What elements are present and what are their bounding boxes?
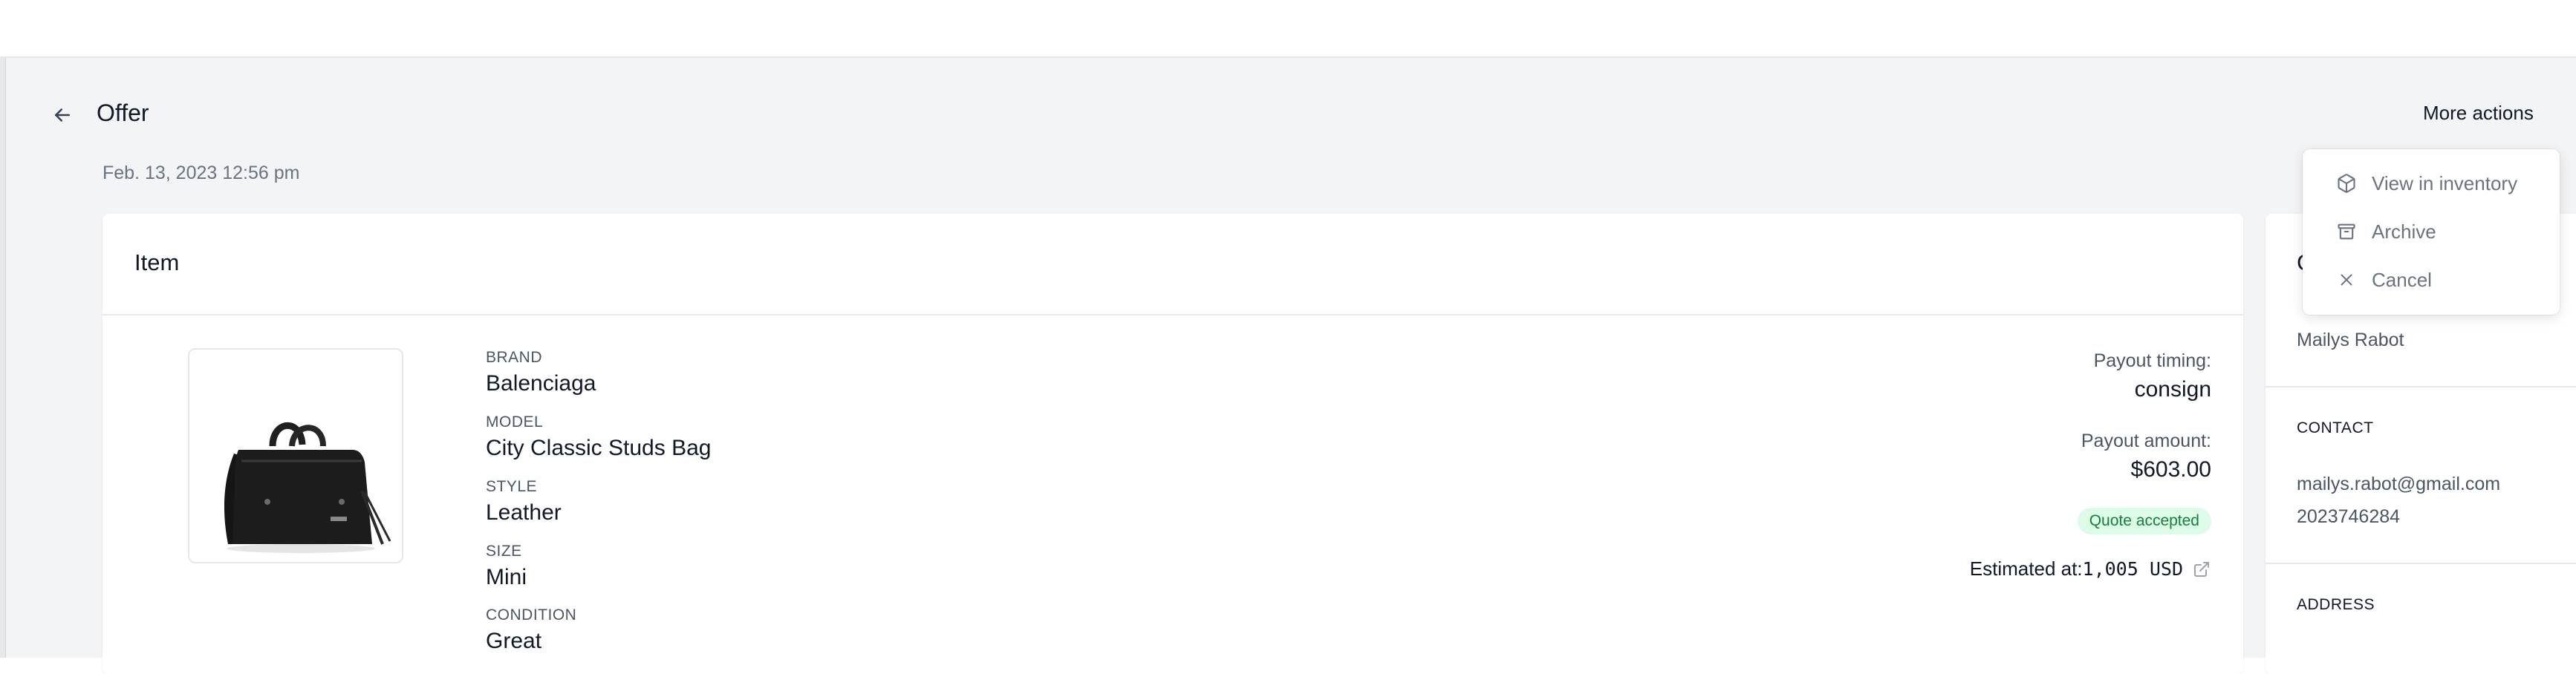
external-link-icon[interactable] [2192, 560, 2211, 579]
size-value: Mini [486, 565, 527, 589]
style-label: STYLE [486, 478, 538, 495]
customer-divider [2266, 563, 2576, 564]
handbag-image [224, 422, 391, 553]
cube-icon [2335, 172, 2358, 194]
payout-amount-value: $603.00 [2130, 457, 2211, 482]
customer-phone: 2023746284 [2297, 506, 2401, 527]
customer-email: mailys.rabot@gmail.com [2297, 474, 2501, 494]
model-label: MODEL [486, 413, 544, 431]
estimated-label: Estimated at: [1969, 557, 2083, 580]
menu-item-cancel[interactable]: Cancel [2303, 256, 2560, 304]
estimated-row: Estimated at: 1,005 USD [1970, 557, 2211, 580]
condition-label: CONDITION [486, 606, 577, 624]
brand-value: Balenciaga [486, 371, 596, 396]
address-section-title: ADDRESS [2297, 596, 2375, 613]
x-icon [2335, 269, 2358, 291]
payout-amount-label: Payout amount: [2081, 431, 2211, 451]
menu-item-archive[interactable]: Archive [2303, 208, 2560, 255]
menu-item-view-in-inventory[interactable]: View in inventory [2303, 160, 2560, 207]
page-title: Offer [97, 99, 149, 126]
menu-item-label: Cancel [2372, 268, 2432, 291]
more-actions-menu: View in inventory Archive Cancel [2303, 149, 2560, 315]
archive-icon [2335, 220, 2358, 243]
estimated-value: 1,005 USD [2082, 558, 2183, 580]
style-value: Leather [486, 500, 562, 525]
back-button[interactable] [48, 100, 77, 130]
menu-item-label: View in inventory [2372, 171, 2518, 194]
brand-label: BRAND [486, 349, 543, 366]
arrow-left-icon [55, 108, 70, 122]
item-card-header: Item [103, 214, 2243, 315]
model-value: City Classic Studs Bag [486, 436, 712, 460]
size-label: SIZE [486, 543, 522, 560]
offer-date: Feb. 13, 2023 12:56 pm [103, 163, 300, 183]
customer-divider [2266, 386, 2576, 387]
top-bar [0, 0, 2576, 58]
contact-section-title: CONTACT [2297, 419, 2374, 436]
condition-value: Great [486, 629, 542, 653]
sidebar-edge [0, 58, 6, 658]
payout-timing-label: Payout timing: [2093, 350, 2211, 371]
customer-name: Mailys Rabot [2297, 330, 2404, 350]
item-card: Item BRAND Balenciaga MODEL City Classic… [103, 214, 2243, 674]
status-badge: Quote accepted [2077, 508, 2211, 534]
menu-item-label: Archive [2372, 220, 2436, 243]
item-card-title: Item [134, 249, 180, 275]
payout-timing-value: consign [2134, 377, 2211, 402]
more-actions-button[interactable]: More actions [2423, 102, 2534, 125]
product-image [188, 348, 403, 563]
